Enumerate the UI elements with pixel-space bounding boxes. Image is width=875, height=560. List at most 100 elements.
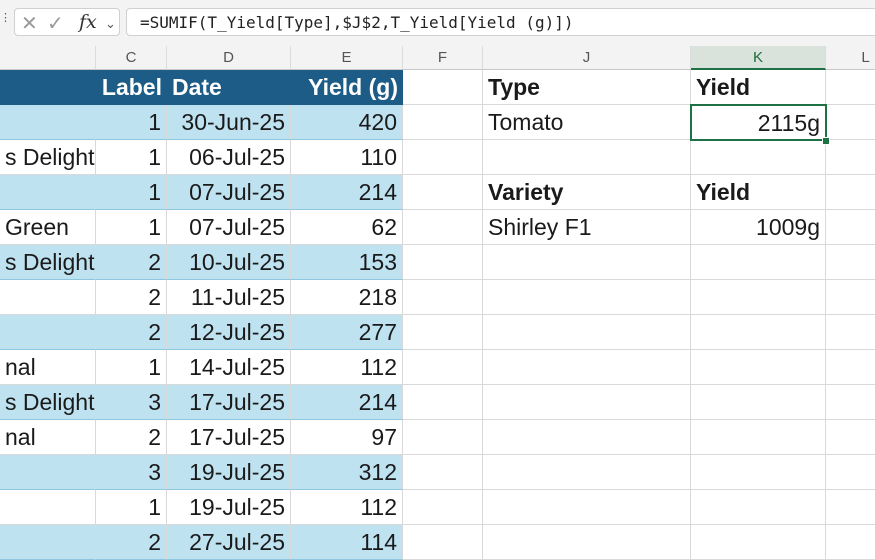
grid-cell[interactable] (826, 420, 875, 455)
grid-cell[interactable] (826, 245, 875, 280)
grid-cell[interactable] (483, 315, 691, 350)
grid-cell[interactable] (403, 385, 483, 420)
grid-cell[interactable] (483, 455, 691, 490)
cell-label[interactable]: 1 (96, 140, 167, 175)
cell-variety[interactable]: s Delight (0, 245, 96, 280)
grid-cell[interactable] (826, 315, 875, 350)
variety-value-cell[interactable]: Shirley F1 (483, 210, 691, 245)
grid-cell[interactable] (403, 140, 483, 175)
grid-cell[interactable] (826, 525, 875, 560)
cell-variety[interactable] (0, 315, 96, 350)
grid-cell[interactable] (691, 350, 826, 385)
grid-cell[interactable] (483, 245, 691, 280)
cell-yield[interactable]: 420 (291, 105, 403, 140)
cell-date[interactable]: 17-Jul-25 (167, 420, 291, 455)
cell-label[interactable]: 2 (96, 525, 167, 560)
cell-variety[interactable] (0, 525, 96, 560)
cell-variety[interactable]: nal (0, 350, 96, 385)
cell-yield[interactable]: 312 (291, 455, 403, 490)
grid-cell[interactable] (826, 350, 875, 385)
cell-label[interactable]: 3 (96, 455, 167, 490)
grid-cell[interactable] (826, 175, 875, 210)
cell-label[interactable]: 1 (96, 105, 167, 140)
grid-cell[interactable] (691, 315, 826, 350)
grid-cell[interactable] (483, 490, 691, 525)
grid-cell[interactable] (403, 70, 483, 105)
cell-date[interactable]: 06-Jul-25 (167, 140, 291, 175)
cell-variety[interactable] (0, 105, 96, 140)
grid-cell[interactable] (691, 140, 826, 175)
cell-label[interactable]: 2 (96, 315, 167, 350)
table-header-date[interactable]: Date (167, 70, 291, 105)
formula-input[interactable]: =SUMIF(T_Yield[Type],$J$2,T_Yield[Yield … (126, 8, 875, 36)
table-header-label[interactable]: Label (96, 70, 167, 105)
grid-cell[interactable] (483, 525, 691, 560)
cell-date[interactable]: 19-Jul-25 (167, 455, 291, 490)
cell-variety[interactable] (0, 280, 96, 315)
grid-cell[interactable] (691, 455, 826, 490)
grid-cell[interactable] (403, 280, 483, 315)
cell-yield[interactable]: 112 (291, 490, 403, 525)
cell-label[interactable]: 1 (96, 175, 167, 210)
cell-yield[interactable]: 218 (291, 280, 403, 315)
grid-cell[interactable] (691, 490, 826, 525)
fill-handle[interactable] (822, 137, 830, 145)
grid-cell[interactable] (403, 315, 483, 350)
grid-cell[interactable] (403, 455, 483, 490)
grid-cell[interactable] (691, 525, 826, 560)
cell-variety[interactable] (0, 455, 96, 490)
cell-yield[interactable]: 277 (291, 315, 403, 350)
grid-cell[interactable] (691, 420, 826, 455)
cell-date[interactable]: 07-Jul-25 (167, 175, 291, 210)
grid-cell[interactable] (403, 420, 483, 455)
col-header-j[interactable]: J (483, 46, 691, 70)
cell-yield[interactable]: 97 (291, 420, 403, 455)
grid-cell[interactable] (483, 385, 691, 420)
fx-icon[interactable]: fx (79, 11, 97, 33)
chevron-down-icon[interactable]: ⌄ (105, 16, 116, 32)
type-yield-cell[interactable]: 2115g (690, 104, 827, 141)
grid-cell[interactable] (403, 210, 483, 245)
cell-variety[interactable] (0, 175, 96, 210)
variety-yield-label[interactable]: Yield (691, 175, 826, 210)
variety-label[interactable]: Variety (483, 175, 691, 210)
cell-label[interactable]: 3 (96, 385, 167, 420)
cell-label[interactable]: 1 (96, 210, 167, 245)
grid-cell[interactable] (826, 210, 875, 245)
grid-cell[interactable] (826, 105, 875, 140)
grid-cell[interactable] (403, 245, 483, 280)
col-header-b[interactable] (0, 46, 96, 70)
check-icon[interactable]: ✓ (47, 11, 64, 36)
cell-date[interactable]: 27-Jul-25 (167, 525, 291, 560)
variety-yield-cell[interactable]: 1009g (691, 210, 826, 245)
grid-cell[interactable] (691, 385, 826, 420)
grid-cell[interactable] (403, 175, 483, 210)
cell-date[interactable]: 30-Jun-25 (167, 105, 291, 140)
grid-cell[interactable] (483, 140, 691, 175)
col-header-c[interactable]: C (96, 46, 167, 70)
grid-cell[interactable] (691, 245, 826, 280)
col-header-d[interactable]: D (167, 46, 291, 70)
grid-cell[interactable] (826, 140, 875, 175)
cell-label[interactable]: 2 (96, 280, 167, 315)
cell-date[interactable]: 17-Jul-25 (167, 385, 291, 420)
grid-cell[interactable] (403, 350, 483, 385)
cell-date[interactable]: 07-Jul-25 (167, 210, 291, 245)
col-header-f[interactable]: F (403, 46, 483, 70)
col-header-k[interactable]: K (691, 46, 826, 70)
grid-cell[interactable] (826, 490, 875, 525)
cell-yield[interactable]: 110 (291, 140, 403, 175)
col-header-l[interactable]: L (826, 46, 875, 70)
cell-variety[interactable]: nal (0, 420, 96, 455)
cell-date[interactable]: 10-Jul-25 (167, 245, 291, 280)
cell-label[interactable]: 1 (96, 350, 167, 385)
cell-yield[interactable]: 153 (291, 245, 403, 280)
cell-date[interactable]: 14-Jul-25 (167, 350, 291, 385)
grid-cell[interactable] (826, 70, 875, 105)
yield-label[interactable]: Yield (691, 70, 826, 105)
cell-variety[interactable] (0, 490, 96, 525)
x-icon[interactable]: ✕ (21, 11, 38, 36)
cell-yield[interactable]: 62 (291, 210, 403, 245)
grid-cell[interactable] (691, 280, 826, 315)
cell-variety[interactable]: Green (0, 210, 96, 245)
